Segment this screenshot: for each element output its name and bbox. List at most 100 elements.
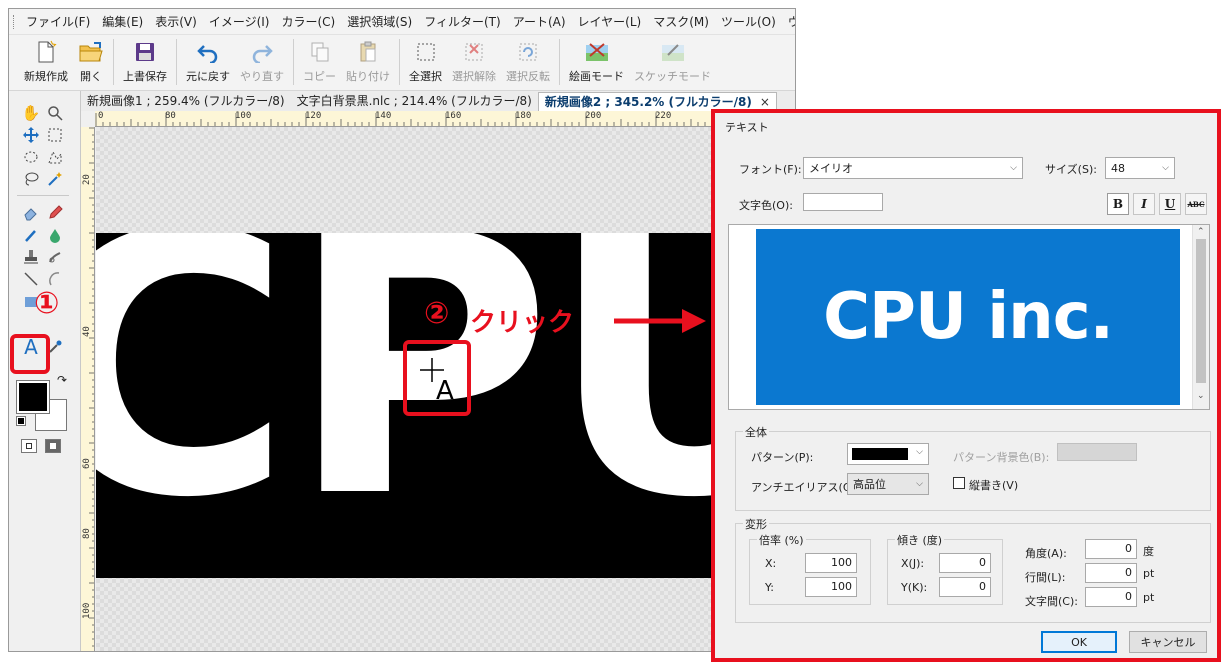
scroll-thumb[interactable] (1196, 239, 1206, 383)
stamp-icon (24, 250, 38, 264)
menu-image[interactable]: イメージ(I) (203, 13, 276, 30)
open-button[interactable]: 開く (73, 35, 109, 84)
menu-mask[interactable]: マスク(M) (647, 13, 715, 30)
deselect-icon (461, 39, 487, 65)
font-select-value: メイリオ (809, 162, 853, 175)
toolbar-separator (113, 39, 114, 85)
hand-tool[interactable]: ✋ (21, 103, 41, 123)
bold-button[interactable]: B (1107, 193, 1129, 215)
magic-wand-tool[interactable] (45, 169, 65, 189)
paint-mode-icon (584, 39, 610, 65)
undo-button[interactable]: 元に戻す (181, 35, 235, 84)
pattern-bg-label: パターン背景色(B): (953, 451, 1050, 464)
new-button-label: 新規作成 (24, 70, 68, 83)
select-all-button[interactable]: 全選択 (404, 35, 447, 84)
angle-unit: 度 (1143, 545, 1154, 558)
rect-select-tool[interactable] (45, 125, 65, 145)
save-button[interactable]: 上書保存 (118, 35, 172, 84)
size-label: サイズ(S): (1045, 163, 1097, 176)
ruler-label: 20 (82, 174, 92, 185)
menu-edit[interactable]: 編集(E) (96, 13, 149, 30)
paint-mode-button[interactable]: 絵画モード (564, 35, 629, 84)
drop-icon (50, 229, 60, 243)
open-button-label: 開く (80, 70, 102, 83)
scroll-down-icon[interactable]: ⌄ (1197, 391, 1205, 401)
scale-y-input[interactable]: 100 (805, 577, 857, 597)
text-color-swatch[interactable] (803, 193, 883, 211)
hand-icon: ✋ (21, 104, 41, 122)
lasso-tool[interactable] (21, 169, 41, 189)
cursor-text-letter: A (436, 376, 454, 406)
cancel-button[interactable]: キャンセル (1129, 631, 1207, 653)
text-color-label: 文字色(O): (739, 199, 793, 212)
new-button[interactable]: 新規作成 (19, 35, 73, 84)
antialias-select[interactable]: 高品位 ⌵ (847, 473, 929, 495)
invert-selection-button-label: 選択反転 (506, 70, 550, 83)
toolbar-separator (293, 39, 294, 85)
vertical-label: 縦書き(V) (969, 479, 1019, 492)
line-spacing-label: 行間(L): (1025, 571, 1066, 584)
underline-button[interactable]: U (1159, 193, 1181, 215)
invert-selection-button[interactable]: 選択反転 (501, 35, 555, 84)
redo-icon (249, 39, 275, 65)
polygon-select-icon (48, 150, 62, 164)
scroll-up-icon[interactable]: ⌃ (1197, 227, 1205, 237)
menu-view[interactable]: 表示(V) (149, 13, 203, 30)
menu-layer[interactable]: レイヤー(L) (572, 13, 648, 30)
strikethrough-button[interactable]: ABC (1185, 193, 1207, 215)
menu-art[interactable]: アート(A) (507, 13, 572, 30)
tab-document-1[interactable]: 新規画像1 ; 259.4% (フルカラー/8) (81, 92, 291, 111)
menu-file[interactable]: ファイル(F) (20, 13, 96, 30)
mask-mode-button[interactable] (45, 439, 61, 453)
menu-filter[interactable]: フィルター(T) (418, 13, 506, 30)
pattern-select[interactable]: ⌵ (847, 443, 929, 465)
menu-color[interactable]: カラー(C) (275, 13, 341, 30)
line-spacing-input[interactable]: 0 (1085, 563, 1137, 583)
brush-tool[interactable] (21, 225, 41, 245)
foreground-color-swatch-front (16, 380, 50, 414)
tab-close-button[interactable]: × (760, 95, 770, 109)
stamp-tool[interactable] (21, 247, 41, 267)
reset-colors-icon[interactable] (16, 416, 26, 426)
sketch-mode-button[interactable]: スケッチモード (629, 35, 716, 84)
redo-button[interactable]: やり直す (235, 35, 289, 84)
ok-button[interactable]: OK (1041, 631, 1117, 653)
tab-document-2[interactable]: 文字白背景黒.nlc ; 214.4% (フルカラー/8) (291, 92, 538, 111)
polygon-select-tool[interactable] (45, 147, 65, 167)
smudge-tool[interactable] (45, 247, 65, 267)
font-select[interactable]: メイリオ ⌵ (803, 157, 1023, 179)
copy-button[interactable]: コピー (298, 35, 341, 84)
tab-document-3-label: 新規画像2 ; 345.2% (フルカラー/8) (544, 95, 752, 109)
toolbar: 新規作成 開く 上書保存 元に戻す やり直す コピー 貼り付け 全選択 選択解除… (9, 35, 795, 91)
char-spacing-input[interactable]: 0 (1085, 587, 1137, 607)
deselect-button[interactable]: 選択解除 (447, 35, 501, 84)
ruler-label: 80 (82, 528, 92, 539)
normal-mode-button[interactable] (21, 439, 37, 453)
pencil-tool[interactable] (45, 203, 65, 223)
dropper-fill-tool[interactable] (45, 225, 65, 245)
skew-x-input[interactable]: 0 (939, 553, 991, 573)
swap-colors-icon[interactable]: ↷ (57, 373, 67, 387)
menu-selection[interactable]: 選択領域(S) (341, 13, 418, 30)
zoom-tool[interactable] (45, 103, 65, 123)
scale-x-input[interactable]: 100 (805, 553, 857, 573)
mask-mode-icon (50, 443, 56, 449)
text-preview[interactable]: CPU inc. ⌃ ⌄ (728, 224, 1210, 410)
paste-button[interactable]: 貼り付け (341, 35, 395, 84)
line-spacing-unit: pt (1143, 567, 1155, 580)
click-instruction: クリック (470, 308, 575, 338)
size-select[interactable]: 48 ⌵ (1105, 157, 1175, 179)
eraser-tool[interactable] (21, 203, 41, 223)
preview-scrollbar[interactable]: ⌃ ⌄ (1192, 225, 1209, 409)
ellipse-select-icon (24, 151, 38, 163)
menu-window[interactable]: ウィンドウ(W (782, 13, 795, 30)
ruler-label: 160 (445, 111, 462, 121)
angle-input[interactable]: 0 (1085, 539, 1137, 559)
toolbar-separator (176, 39, 177, 85)
italic-button[interactable]: I (1133, 193, 1155, 215)
skew-y-input[interactable]: 0 (939, 577, 991, 597)
vertical-checkbox[interactable] (953, 477, 965, 489)
move-tool[interactable] (21, 125, 41, 145)
ellipse-select-tool[interactable] (21, 147, 41, 167)
menu-tool[interactable]: ツール(O) (715, 13, 782, 30)
